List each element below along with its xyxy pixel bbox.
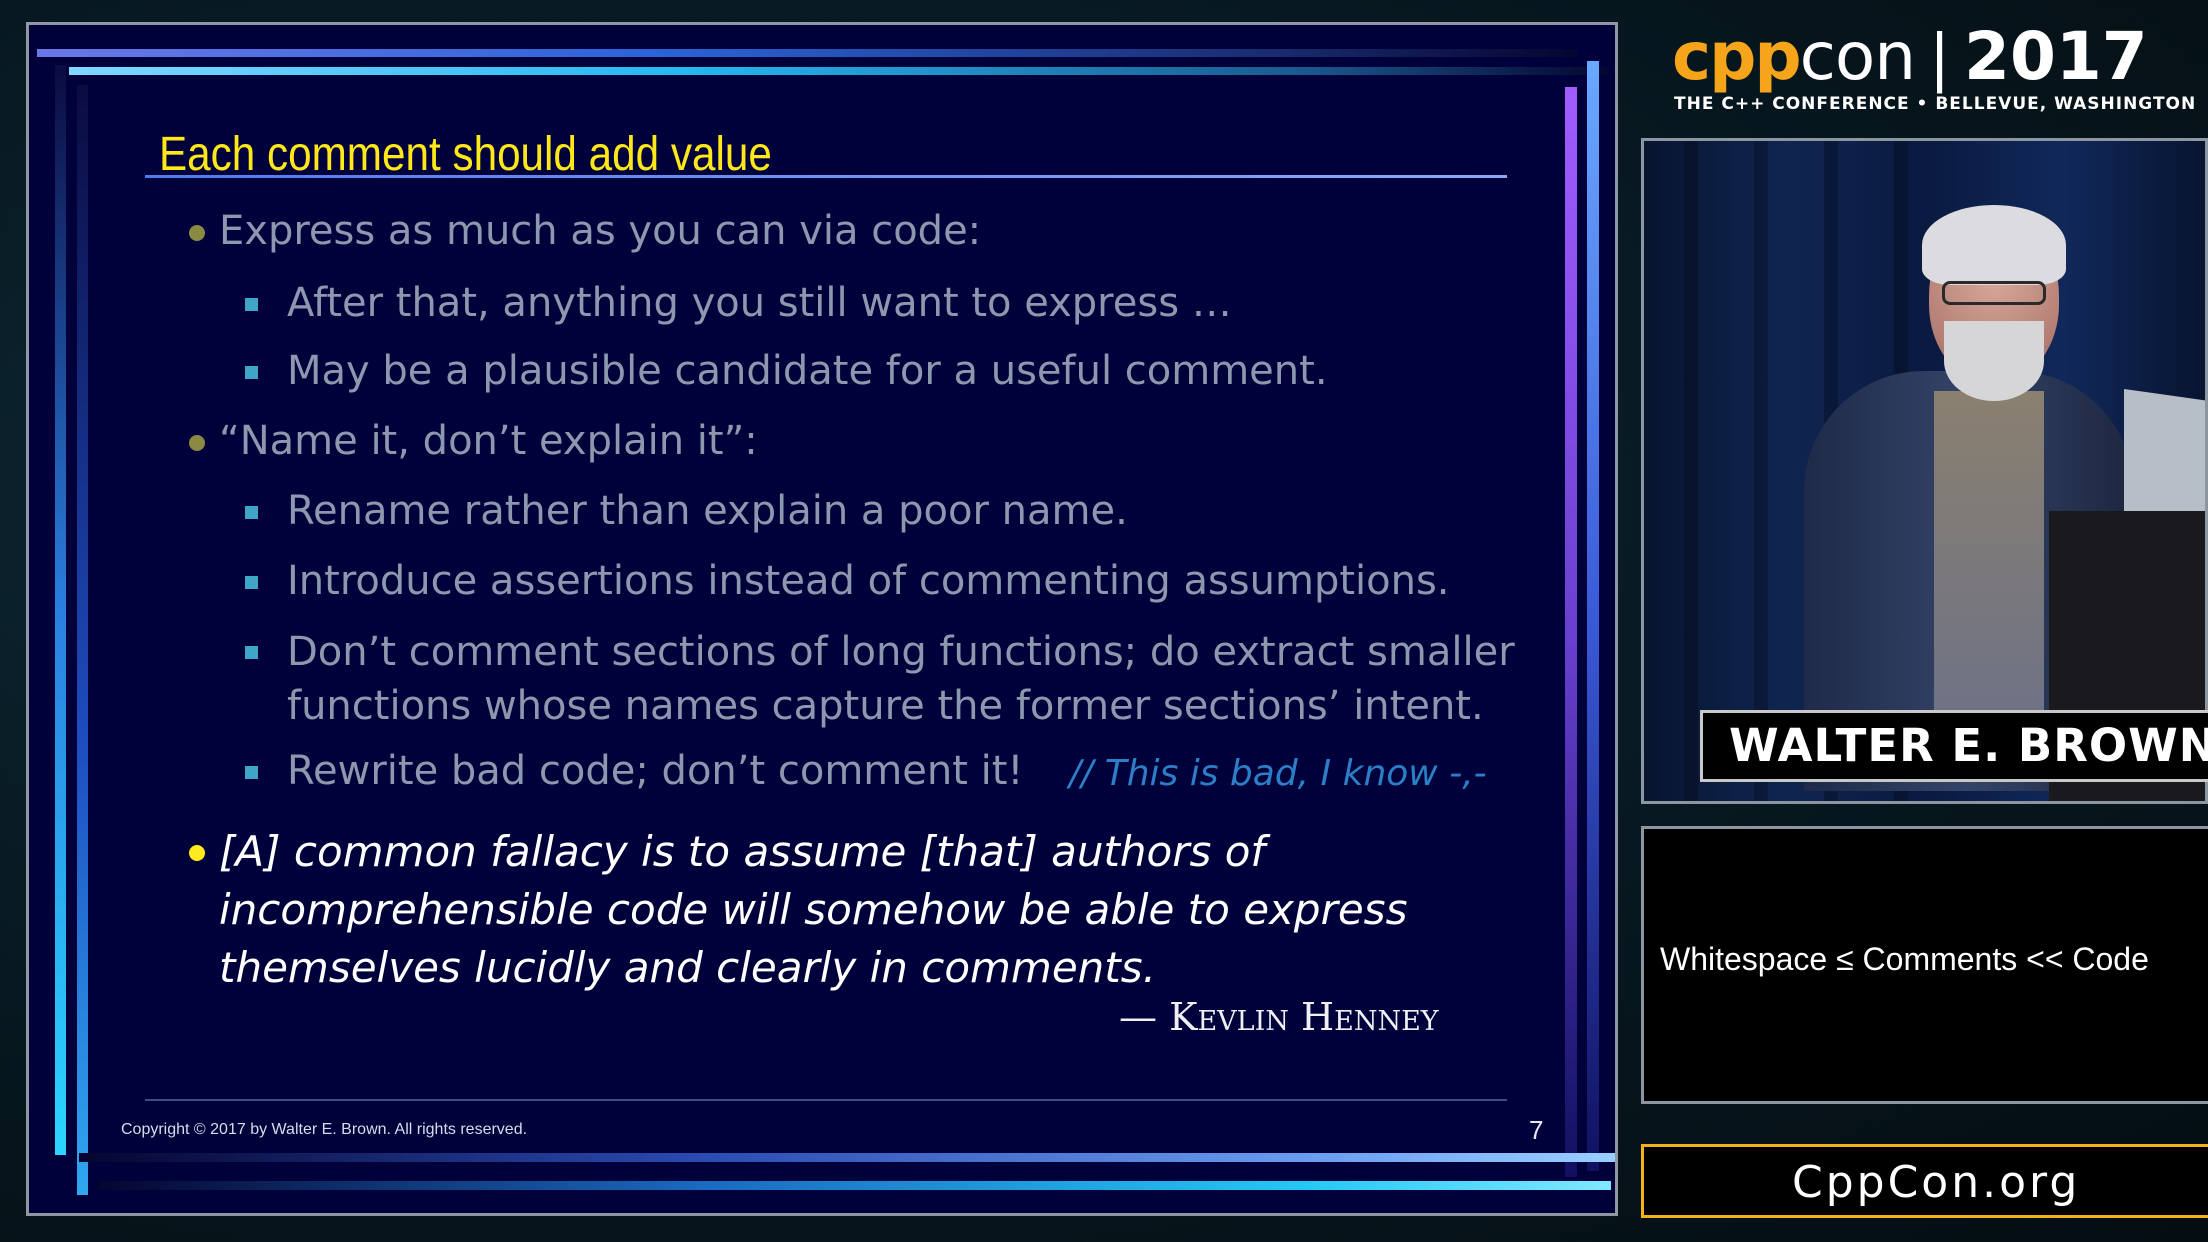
bullet-text: Express as much as you can via code: — [219, 208, 982, 254]
logo-cpp-text: cpp — [1672, 18, 1802, 95]
logo-separator: | — [1929, 21, 1951, 94]
sub-bullet-text: May be a plausible candidate for a usefu… — [287, 348, 1328, 394]
curtain-fold — [1754, 141, 1768, 801]
site-url-panel: CppCon.org — [1641, 1144, 2208, 1218]
copyright-notice: Copyright © 2017 by Walter E. Brown. All… — [121, 1121, 528, 1138]
logo-con-text: con — [1799, 18, 1916, 95]
decorative-bar — [1587, 61, 1599, 1171]
talk-title: Whitespace ≤ Comments << Code — [1660, 941, 2149, 977]
page-number: 7 — [1529, 1115, 1544, 1145]
cppcon-logo: cppcon | 2017 THE C++ CONFERENCE • BELLEVU… — [1640, 18, 2200, 118]
speaker-name-plate: WALTER E. BROWN — [1700, 710, 2208, 782]
sub-bullet-line: functions whose names capture the former… — [287, 683, 1484, 729]
decorative-bar — [99, 1181, 1611, 1190]
quote-line: themselves lucidly and clearly in commen… — [219, 943, 1157, 992]
speaker-video — [1641, 138, 2208, 804]
sub-bullet-line: Don’t comment sections of long functions… — [287, 629, 1515, 675]
sub-bullet-text: Rename rather than explain a poor name. — [287, 488, 1128, 534]
bullet-dot-icon — [189, 225, 205, 241]
speaker-name: WALTER E. BROWN — [1729, 719, 2208, 772]
site-url: CppCon.org — [1792, 1157, 2081, 1208]
decorative-bar — [77, 85, 88, 1195]
logo-year: 2017 — [1964, 18, 2148, 95]
presentation-slide: Each comment should add value Express as… — [26, 22, 1618, 1216]
sub-bullet-text: Don’t comment sections of long functions… — [287, 625, 1515, 733]
decorative-bar — [1565, 87, 1577, 1177]
bullet-dot-icon — [189, 845, 205, 861]
conference-tagline: THE C++ CONFERENCE • BELLEVUE, WASHINGTO… — [1674, 94, 2197, 114]
square-bullet-icon — [245, 298, 258, 311]
decorative-bar — [69, 67, 1609, 75]
square-bullet-icon — [245, 506, 258, 519]
sub-bullet-text: After that, anything you still want to e… — [287, 280, 1232, 326]
quote-block: [A] common fallacy is to assume [that] a… — [189, 823, 1549, 997]
sub-bullet-text: Rewrite bad code; don’t comment it! — [287, 748, 1024, 794]
bullet-text: “Name it, don’t explain it”: — [219, 418, 758, 464]
slide-title: Each comment should add value — [159, 128, 772, 181]
square-bullet-icon — [245, 766, 258, 779]
curtain-fold — [1684, 141, 1698, 801]
talk-title-panel: Whitespace ≤ Comments << Code — [1641, 826, 2208, 1104]
quote-line: [A] common fallacy is to assume [that] a… — [219, 827, 1266, 876]
bullet-dot-icon — [189, 435, 205, 451]
decorative-bar — [79, 1153, 1615, 1162]
quote-line: incomprehensible code will somehow be ab… — [219, 885, 1408, 934]
title-underline — [145, 175, 1507, 178]
square-bullet-icon — [245, 646, 258, 659]
decorative-bar — [37, 49, 1577, 57]
footer-divider — [145, 1099, 1507, 1101]
decorative-bar — [55, 65, 66, 1155]
square-bullet-icon — [245, 576, 258, 589]
speaker-figure — [1804, 205, 2134, 791]
speaker-hair — [1922, 205, 2066, 285]
speaker-glasses — [1942, 281, 2046, 305]
sub-bullet-text: Introduce assertions instead of commenti… — [287, 558, 1450, 604]
quote-attribution: — Kevlin Henney — [1119, 995, 1439, 1039]
speaker-beard — [1944, 321, 2044, 401]
code-comment-annotation: // This is bad, I know -,- — [1069, 753, 1487, 794]
square-bullet-icon — [245, 366, 258, 379]
